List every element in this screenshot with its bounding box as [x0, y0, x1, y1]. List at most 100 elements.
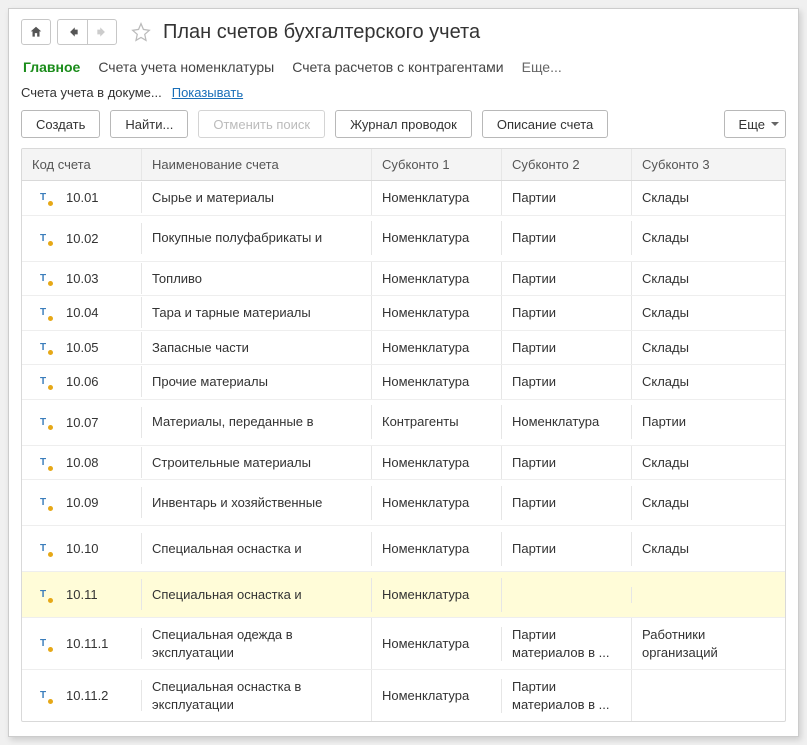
cell-sub2: Партии — [502, 331, 632, 365]
cell-code-text: 10.04 — [66, 305, 99, 320]
page-title: План счетов бухгалтерского учета — [163, 21, 480, 44]
table-row[interactable]: Т10.04Тара и тарные материалыНоменклатур… — [22, 296, 785, 331]
cell-code: Т 10.08 — [22, 447, 142, 478]
cell-sub2: Партии — [502, 262, 632, 296]
table-row[interactable]: Т10.02Покупные полуфабрикаты иНоменклату… — [22, 216, 785, 262]
more-button-label: Еще — [739, 117, 765, 132]
cell-sub3: Работники организаций — [632, 618, 785, 669]
cell-sub2: Номенклатура — [502, 405, 632, 439]
cell-sub2: Партии — [502, 181, 632, 215]
cell-name: Тара и тарные материалы — [142, 296, 372, 330]
find-button[interactable]: Найти... — [110, 110, 188, 138]
account-icon: Т — [36, 341, 50, 353]
account-icon: Т — [36, 232, 50, 244]
cell-sub1: Номенклатура — [372, 262, 502, 296]
description-button[interactable]: Описание счета — [482, 110, 608, 138]
table-row[interactable]: Т10.07Материалы, переданные вКонтрагенты… — [22, 400, 785, 446]
cell-name: Материалы, переданные в — [142, 405, 372, 439]
cell-code-text: 10.06 — [66, 374, 99, 389]
cell-sub2: Партии — [502, 296, 632, 330]
table-row[interactable]: Т10.09Инвентарь и хозяйственныеНоменклат… — [22, 480, 785, 526]
tab-nomenclature[interactable]: Счета учета номенклатуры — [98, 59, 274, 75]
cell-code-text: 10.11.2 — [66, 688, 108, 703]
table-row[interactable]: Т10.01Сырье и материалыНоменклатураПарти… — [22, 181, 785, 216]
cell-sub3 — [632, 587, 785, 603]
table-row[interactable]: Т10.11.1Специальная одежда в эксплуатаци… — [22, 618, 785, 670]
cell-code: Т 10.04 — [22, 297, 142, 328]
cell-sub2: Партии — [502, 365, 632, 399]
cell-sub2: Партии материалов в ... — [502, 618, 632, 669]
cell-sub2: Партии — [502, 446, 632, 480]
back-button[interactable] — [57, 19, 87, 45]
table-row[interactable]: Т10.06Прочие материалыНоменклатураПартии… — [22, 365, 785, 400]
cell-sub3: Склады — [632, 181, 785, 215]
cell-sub1: Номенклатура — [372, 331, 502, 365]
filter-label: Счета учета в докуме... — [21, 85, 162, 100]
cell-code: Т 10.03 — [22, 263, 142, 294]
cell-code: Т10.01 — [22, 182, 142, 213]
cell-sub1: Номенклатура — [372, 446, 502, 480]
cell-code-text: 10.02 — [66, 231, 99, 246]
cell-sub3: Склады — [632, 486, 785, 520]
arrow-left-icon — [66, 25, 80, 39]
account-icon: Т — [36, 307, 50, 319]
cell-code: Т10.11 — [22, 579, 142, 610]
table-row[interactable]: Т10.10Специальная оснастка иНоменклатура… — [22, 526, 785, 572]
table-row[interactable]: Т10.11.2Специальная оснастка в эксплуата… — [22, 670, 785, 721]
account-icon: Т — [36, 543, 50, 555]
tab-contractors[interactable]: Счета расчетов с контрагентами — [292, 59, 503, 75]
cell-code-text: 10.10 — [66, 541, 99, 556]
cell-name: Специальная оснастка и — [142, 532, 372, 566]
cell-sub3: Склады — [632, 221, 785, 255]
cell-code: Т10.05 — [22, 332, 142, 363]
account-icon: Т — [36, 416, 50, 428]
favorite-button[interactable] — [131, 22, 151, 42]
create-button[interactable]: Создать — [21, 110, 100, 138]
cell-sub3: Партии — [632, 405, 785, 439]
cell-sub1: Номенклатура — [372, 679, 502, 713]
cell-code: Т 10.06 — [22, 366, 142, 397]
cell-code: Т10.11.2 — [22, 680, 142, 711]
col-header-code[interactable]: Код счета — [22, 149, 142, 180]
cell-code-text: 10.08 — [66, 455, 99, 470]
cell-code-text: 10.11.1 — [66, 636, 108, 651]
cell-name: Инвентарь и хозяйственные — [142, 486, 372, 520]
home-button[interactable] — [21, 19, 51, 45]
cell-sub3: Склады — [632, 365, 785, 399]
cell-code-text: 10.03 — [66, 271, 99, 286]
account-icon: Т — [36, 457, 50, 469]
col-header-sub2[interactable]: Субконто 2 — [502, 149, 632, 180]
app-window: План счетов бухгалтерского учета Главное… — [8, 8, 799, 737]
home-icon — [29, 25, 43, 39]
forward-button[interactable] — [87, 19, 117, 45]
cell-sub3: Склады — [632, 446, 785, 480]
cell-name: Топливо — [142, 262, 372, 296]
cell-sub2: Партии — [502, 221, 632, 255]
tab-more[interactable]: Еще... — [522, 59, 562, 75]
cell-sub3: Склады — [632, 331, 785, 365]
table-row[interactable]: Т10.08Строительные материалыНоменклатура… — [22, 446, 785, 481]
tab-main[interactable]: Главное — [23, 59, 80, 75]
col-header-name[interactable]: Наименование счета — [142, 149, 372, 180]
cell-sub2: Партии материалов в ... — [502, 670, 632, 721]
cell-name: Специальная оснастка и — [142, 578, 372, 612]
more-button[interactable]: Еще — [724, 110, 786, 138]
cell-sub2: Партии — [502, 486, 632, 520]
table-row[interactable]: Т 10.03 ТопливоНоменклатураПартииСклады — [22, 262, 785, 297]
cell-name: Специальная одежда в эксплуатации — [142, 618, 372, 669]
table-row[interactable]: Т10.05Запасные частиНоменклатураПартииСк… — [22, 331, 785, 366]
journal-button[interactable]: Журнал проводок — [335, 110, 472, 138]
account-icon: Т — [36, 376, 50, 388]
cell-sub3: Склады — [632, 262, 785, 296]
account-icon: Т — [36, 272, 50, 284]
cell-name: Специальная оснастка в эксплуатации — [142, 670, 372, 721]
accounts-table: Код счета Наименование счета Субконто 1 … — [21, 148, 786, 722]
cancel-search-button: Отменить поиск — [198, 110, 325, 138]
star-icon — [131, 22, 151, 42]
filter-link[interactable]: Показывать — [172, 85, 243, 100]
col-header-sub3[interactable]: Субконто 3 — [632, 149, 785, 180]
col-header-sub1[interactable]: Субконто 1 — [372, 149, 502, 180]
cell-sub3: Склады — [632, 296, 785, 330]
cell-sub1: Номенклатура — [372, 578, 502, 612]
table-row[interactable]: Т10.11Специальная оснастка иНоменклатура — [22, 572, 785, 618]
